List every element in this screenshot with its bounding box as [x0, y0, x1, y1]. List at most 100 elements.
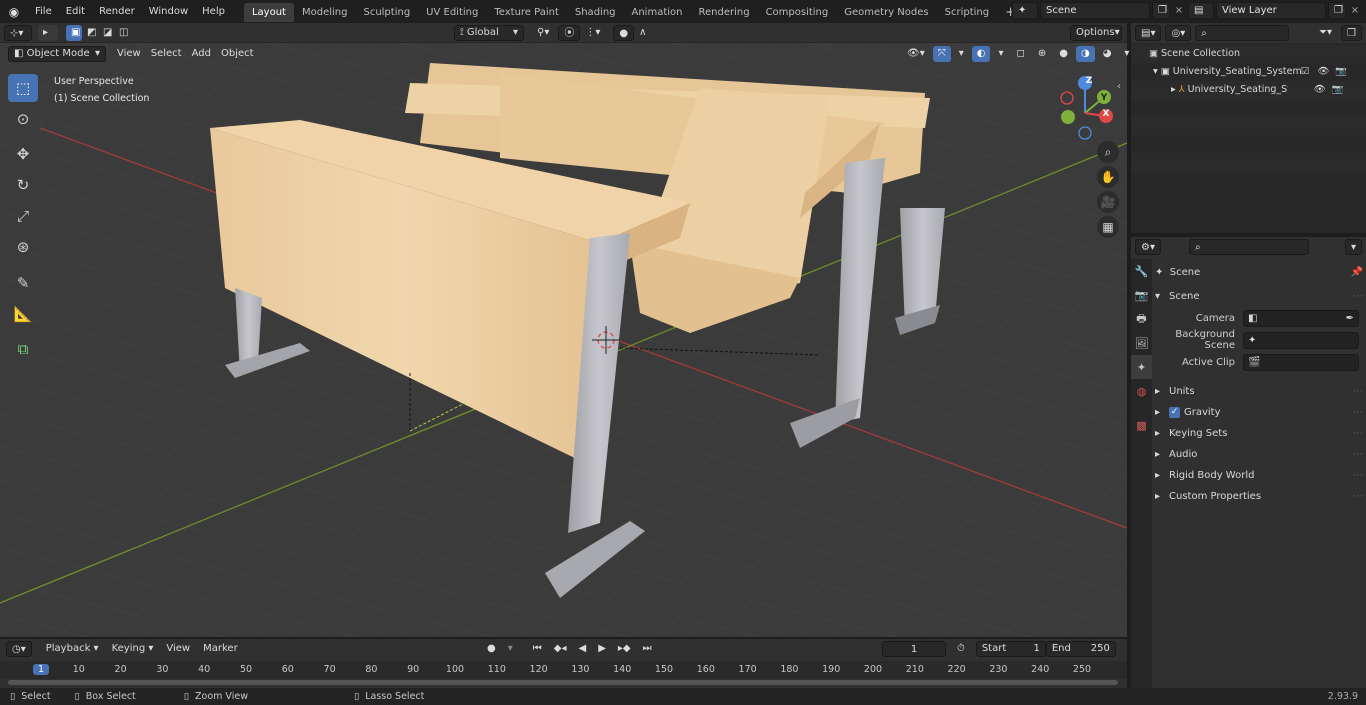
- world-tab-icon[interactable]: ◍: [1131, 379, 1152, 403]
- gizmo-toggle-icon[interactable]: ⤧: [932, 46, 951, 62]
- menu-view[interactable]: View: [112, 46, 146, 62]
- playback-menu[interactable]: Playback ▾: [41, 641, 104, 657]
- menu-help[interactable]: Help: [195, 0, 232, 23]
- view-layer-close-icon[interactable]: ×: [1346, 5, 1364, 16]
- tab-scripting[interactable]: Scripting: [937, 3, 997, 22]
- gravity-checkbox[interactable]: ✓: [1169, 407, 1180, 418]
- select-subtract-icon[interactable]: ◪: [98, 25, 114, 41]
- tab-shading[interactable]: Shading: [567, 3, 624, 22]
- menu-edit[interactable]: Edit: [59, 0, 92, 23]
- select-new-icon[interactable]: ▣: [66, 25, 82, 41]
- gizmo-chevron-icon[interactable]: ▾: [954, 46, 969, 62]
- view-layer-tab-icon[interactable]: 🖼: [1131, 331, 1152, 355]
- sidebar-toggle-icon[interactable]: ‹: [1117, 81, 1121, 92]
- overlay-toggle-icon[interactable]: ◐: [971, 46, 991, 62]
- pan-hand-icon[interactable]: ✋: [1097, 166, 1119, 188]
- scene-close-icon[interactable]: ×: [1170, 5, 1188, 16]
- wireframe-shading-icon[interactable]: ⊕: [1033, 46, 1051, 62]
- drag-handle-icon[interactable]: ⋯: [1353, 465, 1363, 486]
- current-frame-field[interactable]: 1: [882, 641, 946, 657]
- timeline-view-menu[interactable]: View: [161, 641, 195, 657]
- snap-target-icon[interactable]: ⋮▾: [580, 25, 605, 41]
- jump-start-icon[interactable]: ⏮: [528, 641, 547, 657]
- camera-icon[interactable]: 📷: [1332, 81, 1344, 99]
- select-tool-icon[interactable]: ▸: [38, 25, 58, 41]
- xray-icon[interactable]: ◻: [1012, 46, 1030, 62]
- marker-menu[interactable]: Marker: [198, 641, 243, 657]
- tab-rendering[interactable]: Rendering: [690, 3, 757, 22]
- measure-tool-icon[interactable]: 📐: [8, 300, 38, 328]
- eye-icon[interactable]: 👁: [1317, 63, 1329, 81]
- scene-tab-icon[interactable]: ✦: [1131, 355, 1152, 379]
- camera-field[interactable]: ◧ ✒: [1243, 309, 1359, 327]
- frame-ruler[interactable]: 1 10 20 30 40 50 60 70 80 90 100 110 120 130 140 150 160…: [0, 661, 1127, 679]
- menu-window[interactable]: Window: [142, 0, 195, 23]
- drag-handle-icon[interactable]: ⋯: [1353, 444, 1363, 465]
- proportional-edit-icon[interactable]: ●: [613, 25, 635, 41]
- falloff-icon[interactable]: ∧: [634, 25, 651, 41]
- outliner-search-input[interactable]: ⌕: [1195, 25, 1290, 41]
- outliner-row-root[interactable]: ▣ Scene Collection: [1131, 45, 1366, 63]
- rotate-tool-icon[interactable]: ↻: [8, 171, 38, 199]
- texture-tab-icon[interactable]: ▩: [1131, 413, 1152, 437]
- stopwatch-icon[interactable]: ⏱: [952, 641, 970, 657]
- scene-panel-header[interactable]: ▾ Scene ⋯: [1155, 286, 1363, 307]
- add-cube-tool-icon[interactable]: ⧉: [8, 335, 38, 363]
- annotate-tool-icon[interactable]: ✎: [8, 269, 38, 297]
- drag-handle-icon[interactable]: ⋯: [1353, 402, 1363, 423]
- move-tool-icon[interactable]: ✥: [8, 140, 38, 168]
- keying-menu[interactable]: Keying ▾: [107, 641, 159, 657]
- tab-uv-editing[interactable]: UV Editing: [418, 3, 486, 22]
- editor-type-icon[interactable]: ⊹▾: [4, 25, 32, 41]
- custom-properties-panel-header[interactable]: ▸ Custom Properties ⋯: [1155, 486, 1363, 507]
- tab-compositing[interactable]: Compositing: [758, 3, 837, 22]
- units-panel-header[interactable]: ▸ Units ⋯: [1155, 381, 1363, 402]
- camera-icon[interactable]: 📷: [1335, 63, 1347, 81]
- prev-keyframe-icon[interactable]: ◆◂: [549, 641, 572, 657]
- material-shading-icon[interactable]: ◑: [1075, 46, 1095, 62]
- drag-handle-icon[interactable]: ⋯: [1353, 286, 1363, 307]
- view-layer-field[interactable]: View Layer: [1216, 2, 1326, 19]
- tool-tab-icon[interactable]: 🔧: [1131, 259, 1152, 283]
- blender-logo-icon[interactable]: ◉: [0, 0, 28, 23]
- drag-handle-icon[interactable]: ⋯: [1353, 381, 1363, 402]
- scene-copy-icon[interactable]: ❐: [1152, 2, 1170, 19]
- active-clip-field[interactable]: 🎬: [1243, 353, 1359, 371]
- solid-shading-icon[interactable]: ●: [1054, 46, 1073, 62]
- tab-geometry-nodes[interactable]: Geometry Nodes: [836, 3, 936, 22]
- select-extend-icon[interactable]: ◩: [82, 25, 98, 41]
- scale-tool-icon[interactable]: ⤢: [8, 202, 38, 230]
- tab-modeling[interactable]: Modeling: [294, 3, 356, 22]
- background-scene-field[interactable]: ✦: [1243, 331, 1359, 349]
- pin-icon[interactable]: 📌: [1351, 267, 1363, 278]
- zoom-icon[interactable]: ⌕: [1097, 141, 1119, 163]
- record-options-icon[interactable]: ▾: [503, 641, 518, 657]
- scene-selector[interactable]: ✦ Scene ❐ ×: [1012, 2, 1188, 19]
- render-tab-icon[interactable]: 📷: [1131, 283, 1152, 307]
- transform-orientation-dropdown[interactable]: ⟟ Global ▾: [454, 25, 524, 41]
- camera-view-icon[interactable]: 🎥: [1097, 191, 1119, 213]
- menu-file[interactable]: File: [28, 0, 59, 23]
- outliner-row-item[interactable]: ▸ ⅄ University_Seating_Syste 👁 📷: [1131, 81, 1366, 99]
- overlay-chevron-icon[interactable]: ▾: [993, 46, 1008, 62]
- output-tab-icon[interactable]: 🖶: [1131, 307, 1152, 331]
- options-dropdown[interactable]: Options ▾: [1070, 25, 1122, 41]
- tab-layout[interactable]: Layout: [243, 3, 294, 22]
- menu-select[interactable]: Select: [146, 46, 187, 62]
- cursor-tool-icon[interactable]: ⊙: [8, 105, 38, 133]
- next-keyframe-icon[interactable]: ▸◆: [613, 641, 636, 657]
- start-frame-field[interactable]: Start 1: [975, 641, 1046, 657]
- menu-add[interactable]: Add: [187, 46, 216, 62]
- eyedropper-icon[interactable]: ✒: [1346, 313, 1354, 324]
- keying-sets-panel-header[interactable]: ▸ Keying Sets ⋯: [1155, 423, 1363, 444]
- jump-end-icon[interactable]: ⏭: [638, 641, 657, 657]
- checkbox-icon[interactable]: ☑: [1301, 63, 1310, 81]
- outliner-row-item[interactable]: ▾ ▣ University_Seating_System_S ☑ 👁 📷: [1131, 63, 1366, 81]
- timeline-editor-icon[interactable]: ◷▾: [6, 641, 32, 657]
- mode-dropdown[interactable]: ◧ Object Mode ▾: [8, 46, 106, 62]
- playhead[interactable]: 1: [32, 664, 50, 675]
- select-intersect-icon[interactable]: ◫: [114, 25, 130, 41]
- tab-animation[interactable]: Animation: [624, 3, 691, 22]
- drag-handle-icon[interactable]: ⋯: [1353, 486, 1363, 507]
- play-reverse-icon[interactable]: ◀: [573, 641, 591, 657]
